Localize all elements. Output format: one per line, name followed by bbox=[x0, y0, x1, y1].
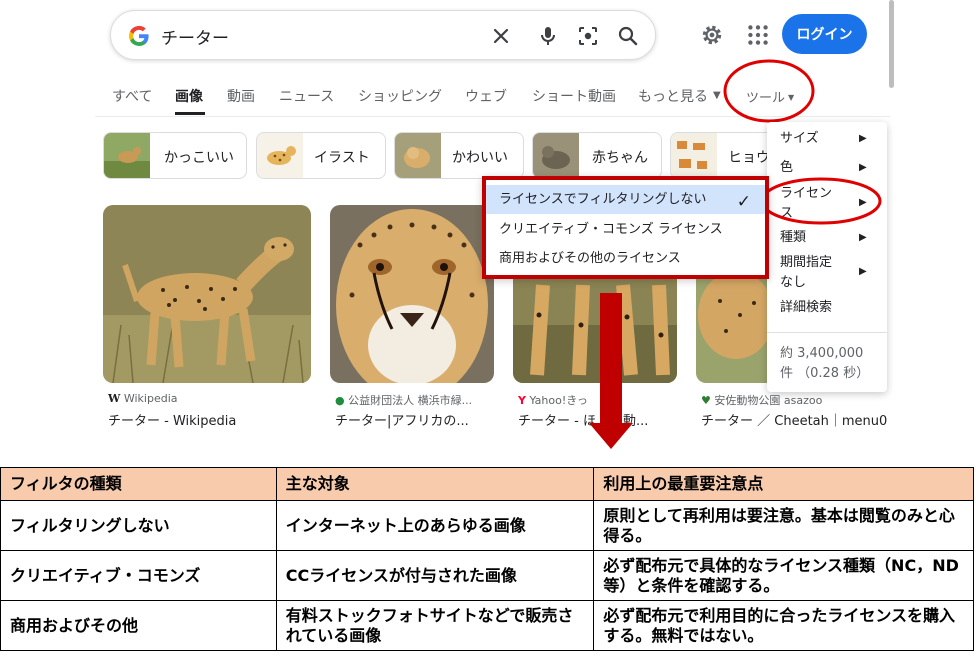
cheetah-standing-image bbox=[103, 205, 311, 383]
submenu-arrow-icon: ▶ bbox=[859, 162, 867, 173]
camera-lens-icon[interactable] bbox=[576, 24, 600, 48]
chip-thumbnail-image bbox=[533, 133, 579, 178]
tools-dropdown-menu: サイズ ▶ 色 ▶ ライセン ス ▶ 種類 ▶ 期間指定 なし ▶ 詳細検索 約… bbox=[767, 122, 887, 392]
table-row: クリエイティブ・コモンズ CCライセンスが付与された画像 必ず配布元で具体的なラ… bbox=[0, 550, 974, 601]
table-cell: クリエイティブ・コモンズ bbox=[0, 550, 277, 601]
chip-label: イラスト bbox=[314, 150, 370, 166]
license-submenu: ライセンスでフィルタリングしない ✓ クリエイティブ・コモンズ ライセンス 商用… bbox=[482, 176, 769, 279]
submenu-arrow-icon: ▶ bbox=[859, 232, 867, 243]
result-source-1: W Wikipedia bbox=[108, 392, 178, 405]
tab-shopping[interactable]: ショッピング bbox=[358, 86, 442, 106]
table-header-cell: 利用上の最重要注意点 bbox=[593, 467, 974, 501]
tab-more[interactable]: もっと見る bbox=[638, 86, 708, 106]
menu-item-advanced-search[interactable]: 詳細検索 bbox=[780, 299, 832, 317]
table-cell: 必ず配布元で具体的なライセンス種類（NC，ND等）と条件を確認する。 bbox=[593, 550, 974, 601]
table-cell: フィルタリングしない bbox=[0, 500, 277, 551]
table-cell: 商用およびその他 bbox=[0, 600, 277, 651]
site-leaf-icon: ♥ bbox=[701, 394, 711, 407]
chip-illustration[interactable]: イラスト bbox=[256, 132, 386, 179]
table-cell: 原則として再利用は要注意。基本は閲覧のみと心得る。 bbox=[593, 500, 974, 551]
tab-images[interactable]: 画像 bbox=[175, 86, 203, 106]
result-caption-1[interactable]: チーター - Wikipedia bbox=[108, 410, 236, 429]
microphone-icon[interactable] bbox=[536, 24, 560, 48]
result-count: 約 3,400,000 件 （0.28 秒） bbox=[780, 346, 870, 381]
table-cell: 必ず配布元で利用目的に合ったライセンスを購入する。無料ではない。 bbox=[593, 600, 974, 651]
license-option-commercial[interactable]: 商用およびその他のライセンス bbox=[486, 244, 765, 273]
chip-cute[interactable]: かわいい bbox=[394, 132, 524, 179]
chip-baby[interactable]: 赤ちゃん bbox=[532, 132, 662, 179]
yahoo-logo-icon: Y bbox=[518, 394, 526, 407]
menu-item-size[interactable]: サイズ bbox=[780, 130, 819, 148]
menu-divider bbox=[767, 332, 887, 333]
result-source-4: ♥ 安佐動物公園 asazoo bbox=[701, 394, 823, 407]
chip-label: かっこいい bbox=[164, 150, 234, 166]
result-image-2[interactable] bbox=[330, 205, 494, 383]
login-button[interactable]: ログイン bbox=[782, 14, 867, 54]
clear-icon[interactable] bbox=[489, 24, 513, 48]
settings-gear-icon[interactable] bbox=[699, 22, 725, 48]
table-row: フィルタリングしない インターネット上のあらゆる画像 原則として再利用は要注意。… bbox=[0, 500, 974, 551]
table-row: 商用およびその他 有料ストックフォトサイトなどで販売されている画像 必ず配布元で… bbox=[0, 600, 974, 651]
result-caption-4[interactable]: チーター ／ Cheetah｜menu0 bbox=[701, 410, 887, 429]
tab-news[interactable]: ニュース bbox=[279, 86, 334, 106]
table-header-cell: フィルタの種類 bbox=[0, 467, 277, 501]
result-image-1[interactable] bbox=[103, 205, 311, 383]
table-header-row: フィルタの種類 主な対象 利用上の最重要注意点 bbox=[0, 467, 974, 501]
license-option-creative-commons[interactable]: クリエイティブ・コモンズ ライセンス bbox=[486, 215, 765, 244]
chip-label: 赤ちゃん bbox=[592, 150, 648, 166]
scrollbar[interactable] bbox=[889, 0, 894, 88]
checkmark-icon: ✓ bbox=[736, 192, 751, 212]
tab-short-videos[interactable]: ショート動画 bbox=[532, 86, 616, 106]
chip-cool[interactable]: かっこいい bbox=[103, 132, 247, 179]
search-input[interactable]: チーター bbox=[161, 24, 229, 49]
search-box[interactable]: チーター bbox=[110, 10, 656, 60]
tab-videos[interactable]: 動画 bbox=[227, 86, 255, 106]
annotation-ellipse-tools bbox=[723, 59, 815, 123]
more-chevron-down-icon: ▼ bbox=[713, 90, 721, 101]
table-header-cell: 主な対象 bbox=[275, 467, 595, 501]
result-caption-2[interactable]: チーター|アフリカの... bbox=[335, 410, 469, 429]
chip-thumbnail-image bbox=[395, 133, 441, 178]
result-source-2: ● 公益財団法人 横浜市緑... bbox=[335, 394, 473, 407]
tab-all[interactable]: すべて bbox=[112, 86, 152, 106]
site-globe-icon: ● bbox=[335, 394, 345, 407]
annotation-ellipse-license bbox=[760, 177, 882, 225]
table-cell: インターネット上のあらゆる画像 bbox=[275, 500, 595, 551]
chip-thumbnail-image bbox=[671, 133, 717, 178]
license-filter-table: フィルタの種類 主な対象 利用上の最重要注意点 フィルタリングしない インターネ… bbox=[0, 467, 974, 651]
license-option-no-filter[interactable]: ライセンスでフィルタリングしない ✓ bbox=[486, 185, 765, 214]
active-tab-indicator bbox=[175, 112, 205, 115]
annotation-arrow-head bbox=[589, 423, 633, 449]
cheetah-face-image bbox=[330, 205, 494, 383]
google-logo-icon bbox=[128, 25, 149, 47]
chip-thumbnail-image bbox=[257, 133, 303, 178]
tab-web[interactable]: ウェブ bbox=[465, 86, 507, 106]
result-source-3: Y Yahoo!きっ bbox=[518, 394, 588, 407]
chip-thumbnail-image bbox=[104, 133, 150, 178]
chip-label: かわいい bbox=[452, 150, 508, 166]
annotation-arrow-shaft bbox=[600, 293, 622, 425]
table-cell: 有料ストックフォトサイトなどで販売されている画像 bbox=[275, 600, 595, 651]
apps-grid-icon[interactable] bbox=[745, 22, 771, 48]
search-icon[interactable] bbox=[616, 24, 640, 48]
menu-item-time[interactable]: 期間指定 なし bbox=[780, 253, 832, 293]
wikipedia-logo-icon: W bbox=[108, 392, 121, 405]
submenu-arrow-icon: ▶ bbox=[859, 266, 867, 277]
table-cell: CCライセンスが付与された画像 bbox=[275, 550, 595, 601]
menu-item-type[interactable]: 種類 bbox=[780, 229, 806, 247]
menu-item-color[interactable]: 色 bbox=[780, 159, 793, 177]
submenu-arrow-icon: ▶ bbox=[859, 133, 867, 144]
chip-label: ヒョウ bbox=[728, 150, 770, 166]
